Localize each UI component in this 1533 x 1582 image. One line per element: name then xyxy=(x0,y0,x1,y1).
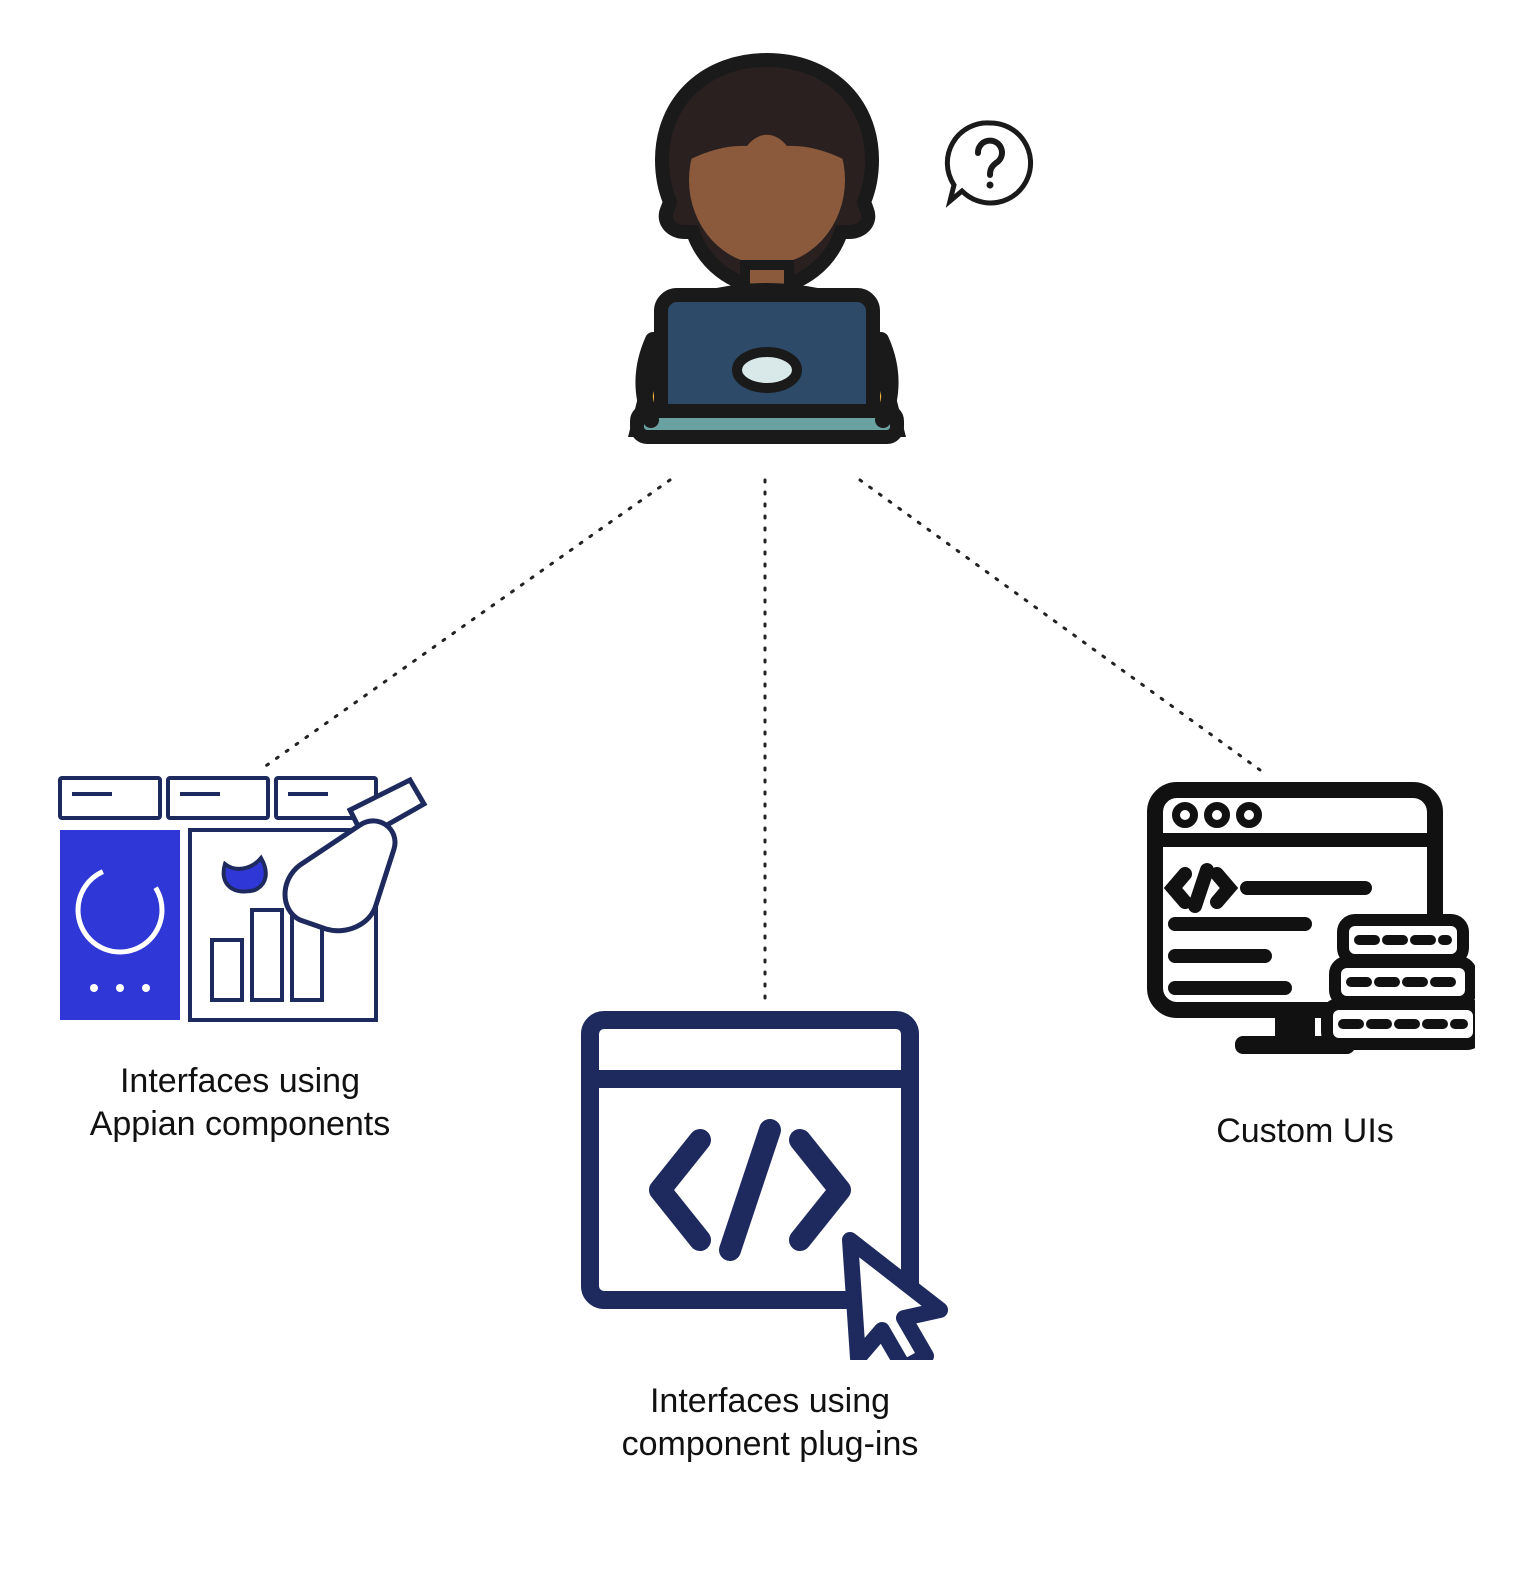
option-label: Interfaces using component plug-ins xyxy=(622,1380,919,1465)
option-custom-uis: Custom UIs xyxy=(1120,770,1490,1153)
diagram-canvas: Interfaces using Appian components Inter… xyxy=(0,0,1533,1582)
dashboard-design-icon xyxy=(50,770,430,1040)
custom-ui-monitor-icon xyxy=(1135,770,1475,1090)
option-label: Custom UIs xyxy=(1216,1110,1394,1153)
question-mark-bubble-icon xyxy=(940,115,1040,215)
option-label: Interfaces using Appian components xyxy=(90,1060,391,1145)
option-appian-components: Interfaces using Appian components xyxy=(40,770,440,1145)
option-component-plugins: Interfaces using component plug-ins xyxy=(560,1000,980,1465)
developer-at-laptop-icon xyxy=(557,40,977,460)
code-window-cursor-icon xyxy=(570,1000,970,1360)
